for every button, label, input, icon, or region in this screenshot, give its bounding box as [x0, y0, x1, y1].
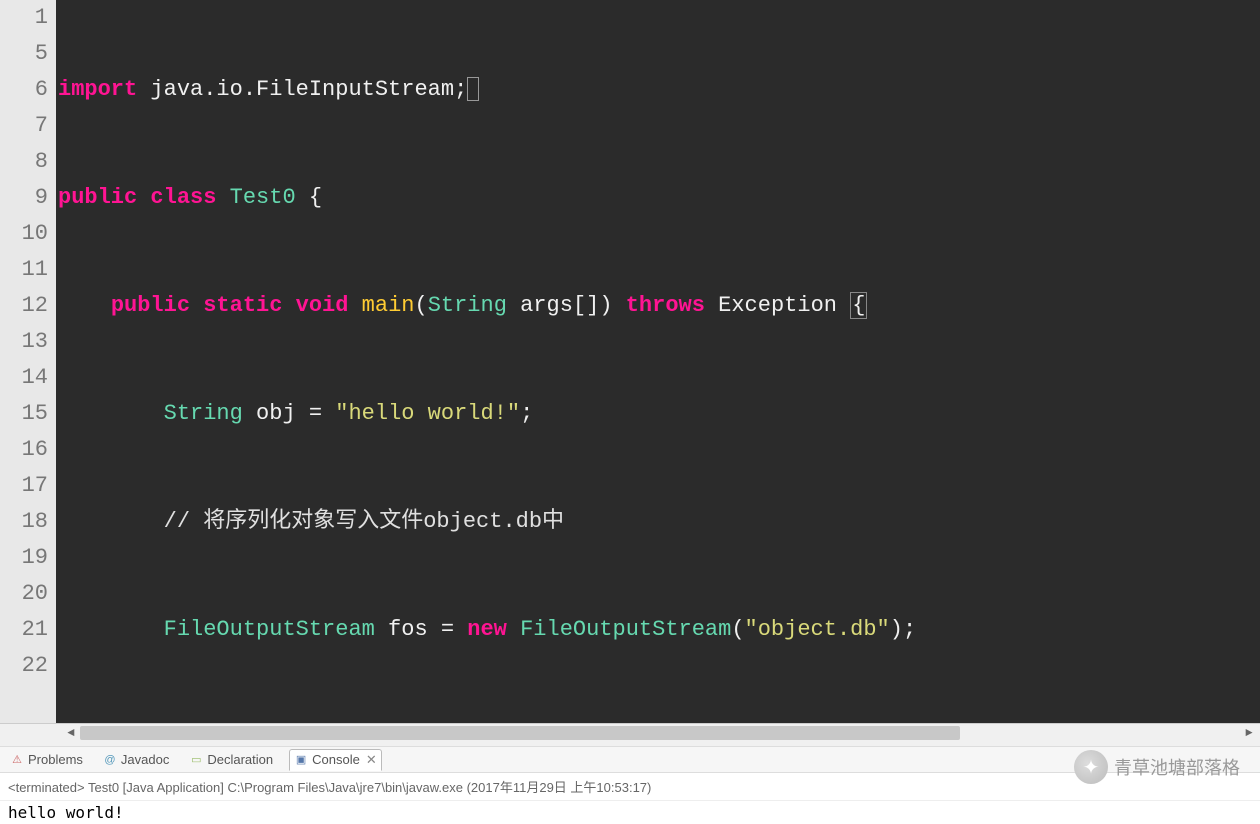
line-number: 8 [4, 144, 48, 180]
line-number: 6 [4, 72, 48, 108]
line-gutter: 1 5 6 7 8 9 10 11 12 13 14 15 16 17 18 1… [0, 0, 56, 723]
line-number: 19 [4, 540, 48, 576]
line-number: 18 [4, 504, 48, 540]
console-icon: ▣ [294, 753, 308, 767]
code-area[interactable]: import java.io.FileInputStream; public c… [56, 0, 1260, 723]
line-number: 15 [4, 396, 48, 432]
line-number: 11 [4, 252, 48, 288]
javadoc-icon: @ [103, 753, 117, 767]
horizontal-scrollbar[interactable]: ◄ ► [0, 723, 1260, 741]
tab-label: Problems [28, 752, 83, 767]
code-line[interactable]: public static void main(String args[]) t… [58, 288, 1260, 324]
cursor-icon [467, 77, 479, 101]
line-number: 13 [4, 324, 48, 360]
console-output[interactable]: hello world! [0, 801, 1260, 824]
tab-label: Declaration [207, 752, 273, 767]
tab-javadoc[interactable]: @ Javadoc [99, 750, 173, 769]
line-number: 17 [4, 468, 48, 504]
scroll-left-icon[interactable]: ◄ [64, 726, 78, 740]
tab-declaration[interactable]: ▭ Declaration [185, 750, 277, 769]
code-line[interactable]: FileOutputStream fos = new FileOutputStr… [58, 612, 1260, 648]
line-number: 14 [4, 360, 48, 396]
tab-problems[interactable]: ⚠ Problems [6, 750, 87, 769]
code-line[interactable]: // 将序列化对象写入文件object.db中 [58, 504, 1260, 540]
line-number: 21 [4, 612, 48, 648]
line-number: 16 [4, 432, 48, 468]
line-number: 5 [4, 36, 48, 72]
code-line[interactable]: public class Test0 { [58, 180, 1260, 216]
problems-icon: ⚠ [10, 753, 24, 767]
close-icon[interactable]: ✕ [364, 752, 377, 768]
line-number: 7 [4, 108, 48, 144]
console-header: <terminated> Test0 [Java Application] C:… [0, 773, 1260, 801]
code-line[interactable]: String obj = "hello world!"; [58, 396, 1260, 432]
code-editor[interactable]: 1 5 6 7 8 9 10 11 12 13 14 15 16 17 18 1… [0, 0, 1260, 723]
tab-console[interactable]: ▣ Console ✕ [289, 749, 382, 771]
scrollbar-thumb[interactable] [80, 726, 960, 740]
line-number: 1 [4, 0, 48, 36]
tab-label: Javadoc [121, 752, 169, 767]
line-number: 22 [4, 648, 48, 684]
declaration-icon: ▭ [189, 753, 203, 767]
line-number: 10 [4, 216, 48, 252]
line-number: 20 [4, 576, 48, 612]
bottom-tabs: ⚠ Problems @ Javadoc ▭ Declaration ▣ Con… [0, 747, 1260, 773]
line-number: 9 [4, 180, 48, 216]
tab-label: Console [312, 752, 360, 767]
scroll-right-icon[interactable]: ► [1242, 726, 1256, 740]
line-number: 12 [4, 288, 48, 324]
code-line[interactable]: import java.io.FileInputStream; [58, 72, 1260, 108]
